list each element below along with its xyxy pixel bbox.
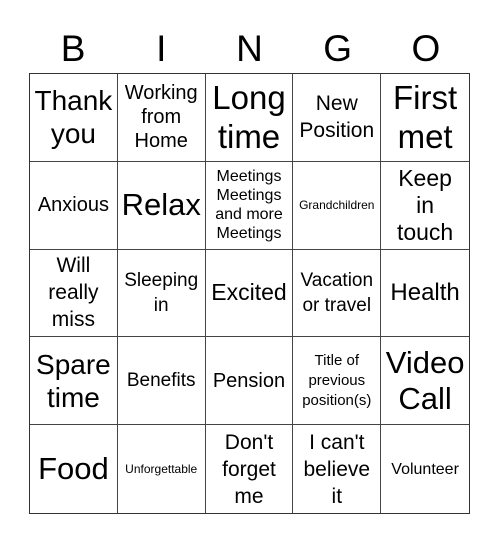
cell-line: Unforgettable bbox=[125, 462, 198, 477]
cell-line: Meetings bbox=[216, 168, 282, 186]
cell-line: Volunteer bbox=[391, 460, 459, 478]
cell-line: Excited bbox=[211, 279, 287, 306]
bingo-cell[interactable]: Grandchildren bbox=[293, 161, 382, 250]
cell-line: Call bbox=[398, 380, 452, 416]
header-letter-o: O bbox=[411, 28, 441, 69]
cell-line: or travel bbox=[302, 294, 372, 316]
cell-line: time bbox=[217, 118, 281, 156]
bingo-cell[interactable]: Vacation or travel bbox=[293, 249, 382, 338]
cell-line: time bbox=[46, 381, 100, 413]
cell-line: in bbox=[153, 294, 169, 316]
bingo-cell[interactable]: New Position bbox=[293, 74, 382, 162]
cell-line: Title of bbox=[314, 351, 360, 369]
bingo-cell[interactable]: Will really miss bbox=[30, 249, 118, 338]
bingo-grid: Thank you Working from Home Long time New Pos… bbox=[29, 73, 470, 514]
cell-line: met bbox=[397, 118, 453, 156]
bingo-cell[interactable]: Working from Home bbox=[117, 74, 206, 162]
bingo-cell[interactable]: Keep in touch bbox=[381, 162, 469, 250]
cell-line: me bbox=[234, 484, 264, 508]
cell-line: I can't bbox=[309, 430, 365, 454]
cell-line: Thank bbox=[34, 85, 113, 117]
cell-line: Benefits bbox=[126, 370, 196, 392]
bingo-cell[interactable]: Meetings Meetings and more Meetings bbox=[205, 161, 294, 250]
cell-line: believe bbox=[303, 457, 371, 481]
cell-line: Working bbox=[124, 82, 198, 105]
header-letter-i: I bbox=[156, 28, 167, 69]
cell-line: from bbox=[141, 106, 182, 129]
cell-line: Relax bbox=[121, 187, 201, 223]
cell-line: Anxious bbox=[37, 194, 109, 217]
bingo-cell[interactable]: Relax bbox=[117, 161, 206, 250]
cell-line: New bbox=[315, 92, 358, 116]
cell-line: forget bbox=[222, 457, 276, 481]
bingo-cell[interactable]: Food bbox=[30, 425, 118, 513]
cell-line: Health bbox=[390, 278, 460, 306]
cell-line: Video bbox=[385, 344, 465, 380]
bingo-cell[interactable]: I can't believe it bbox=[293, 425, 382, 513]
bingo-cell[interactable]: Excited bbox=[205, 249, 294, 338]
cell-line: Grandchildren bbox=[299, 198, 375, 213]
bingo-cell[interactable]: Don't forget me bbox=[206, 425, 294, 513]
cell-line: and more bbox=[215, 206, 283, 224]
bingo-cell[interactable]: Long time bbox=[205, 74, 294, 162]
cell-line: Keep bbox=[398, 164, 452, 191]
cell-line: position(s) bbox=[302, 391, 372, 409]
header-letter-b: B bbox=[60, 28, 86, 69]
bingo-cell[interactable]: First met bbox=[381, 74, 469, 162]
cell-line: Long bbox=[212, 79, 286, 117]
cell-line: it bbox=[331, 484, 343, 508]
cell-line: Position bbox=[299, 119, 375, 143]
cell-line: Pension bbox=[212, 369, 286, 392]
bingo-cell[interactable]: Anxious bbox=[30, 161, 118, 250]
header-letter-g: G bbox=[323, 28, 353, 69]
bingo-cell[interactable]: Unforgettable bbox=[118, 425, 206, 513]
cell-line: Spare bbox=[36, 348, 111, 380]
bingo-cell[interactable]: Benefits bbox=[117, 337, 206, 426]
bingo-header: B I N G O bbox=[29, 26, 470, 72]
bingo-cell[interactable]: Pension bbox=[205, 337, 294, 426]
cell-line: Will bbox=[56, 254, 91, 278]
cell-line: touch bbox=[396, 218, 454, 245]
cell-line: Sleeping bbox=[124, 269, 199, 291]
cell-line: Food bbox=[38, 451, 109, 487]
cell-line: Meetings bbox=[216, 225, 282, 243]
bingo-cell[interactable]: Health bbox=[381, 250, 469, 338]
cell-line: previous bbox=[308, 371, 366, 389]
cell-line: Home bbox=[134, 130, 188, 153]
cell-line: First bbox=[393, 79, 458, 117]
cell-line: in bbox=[416, 191, 435, 218]
cell-line: Vacation bbox=[300, 269, 374, 291]
bingo-cell[interactable]: Video Call bbox=[381, 337, 469, 426]
bingo-cell[interactable]: Title of previous position(s) bbox=[293, 337, 382, 426]
cell-line: Don't bbox=[224, 430, 274, 454]
bingo-cell[interactable]: Thank you bbox=[30, 74, 118, 162]
header-letter-n: N bbox=[236, 28, 263, 69]
bingo-cell[interactable]: Sleeping in bbox=[117, 249, 206, 338]
bingo-cell[interactable]: Spare time bbox=[30, 337, 118, 426]
bingo-cell[interactable]: Volunteer bbox=[381, 425, 469, 513]
cell-line: you bbox=[50, 118, 96, 150]
cell-line: Meetings bbox=[216, 187, 282, 205]
cell-line: miss bbox=[51, 308, 95, 332]
cell-line: really bbox=[48, 281, 99, 305]
